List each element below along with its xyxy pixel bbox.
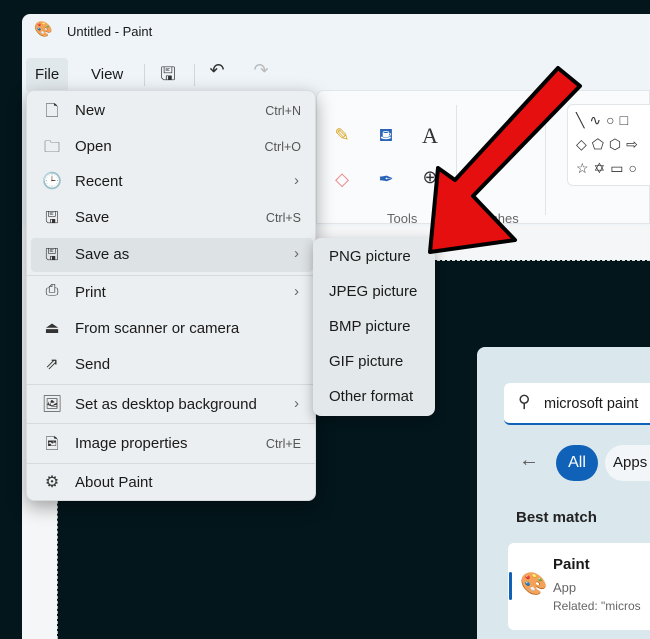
red-arrow — [428, 66, 582, 254]
red-arrow-annotation — [428, 66, 582, 254]
